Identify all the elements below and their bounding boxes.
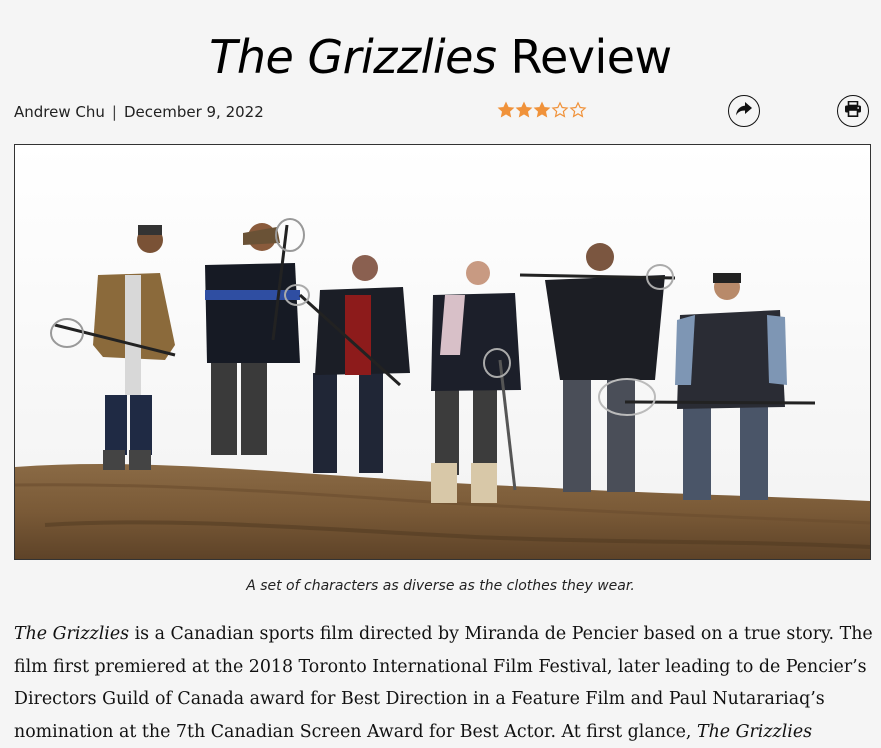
byline-separator: | — [112, 103, 117, 121]
share-icon — [735, 101, 753, 122]
print-button[interactable] — [837, 95, 869, 127]
photo-caption: A set of characters as diverse as the cl… — [0, 578, 881, 594]
printer-icon — [844, 101, 862, 122]
title-suffix: Review — [496, 30, 671, 84]
star-filled-icon — [497, 99, 515, 121]
page-title: The Grizzlies Review — [0, 26, 881, 88]
star-empty-icon — [551, 99, 569, 121]
body-line: film first premiered at the 2018 Toronto… — [14, 651, 874, 684]
star-filled-icon — [515, 99, 533, 121]
title-film-name: The Grizzlies — [209, 30, 496, 84]
author-name: Andrew Chu — [14, 103, 105, 121]
photo-illustration — [15, 145, 870, 559]
share-button[interactable] — [728, 95, 760, 127]
body-line: Directors Guild of Canada award for Best… — [14, 683, 874, 716]
film-title-inline: The Grizzlies — [14, 624, 129, 644]
body-line: nomination at the 7th Canadian Screen Aw… — [14, 716, 874, 748]
publish-date: December 9, 2022 — [124, 103, 264, 121]
body-line: The Grizzlies is a Canadian sports film … — [14, 618, 874, 651]
article-body: The Grizzlies is a Canadian sports film … — [14, 618, 874, 748]
star-rating — [497, 99, 587, 123]
byline: Andrew Chu | December 9, 2022 — [14, 100, 264, 124]
film-title-inline: The Grizzlies — [697, 722, 812, 742]
hero-photo — [14, 144, 871, 560]
star-empty-icon — [569, 99, 587, 121]
star-filled-icon — [533, 99, 551, 121]
